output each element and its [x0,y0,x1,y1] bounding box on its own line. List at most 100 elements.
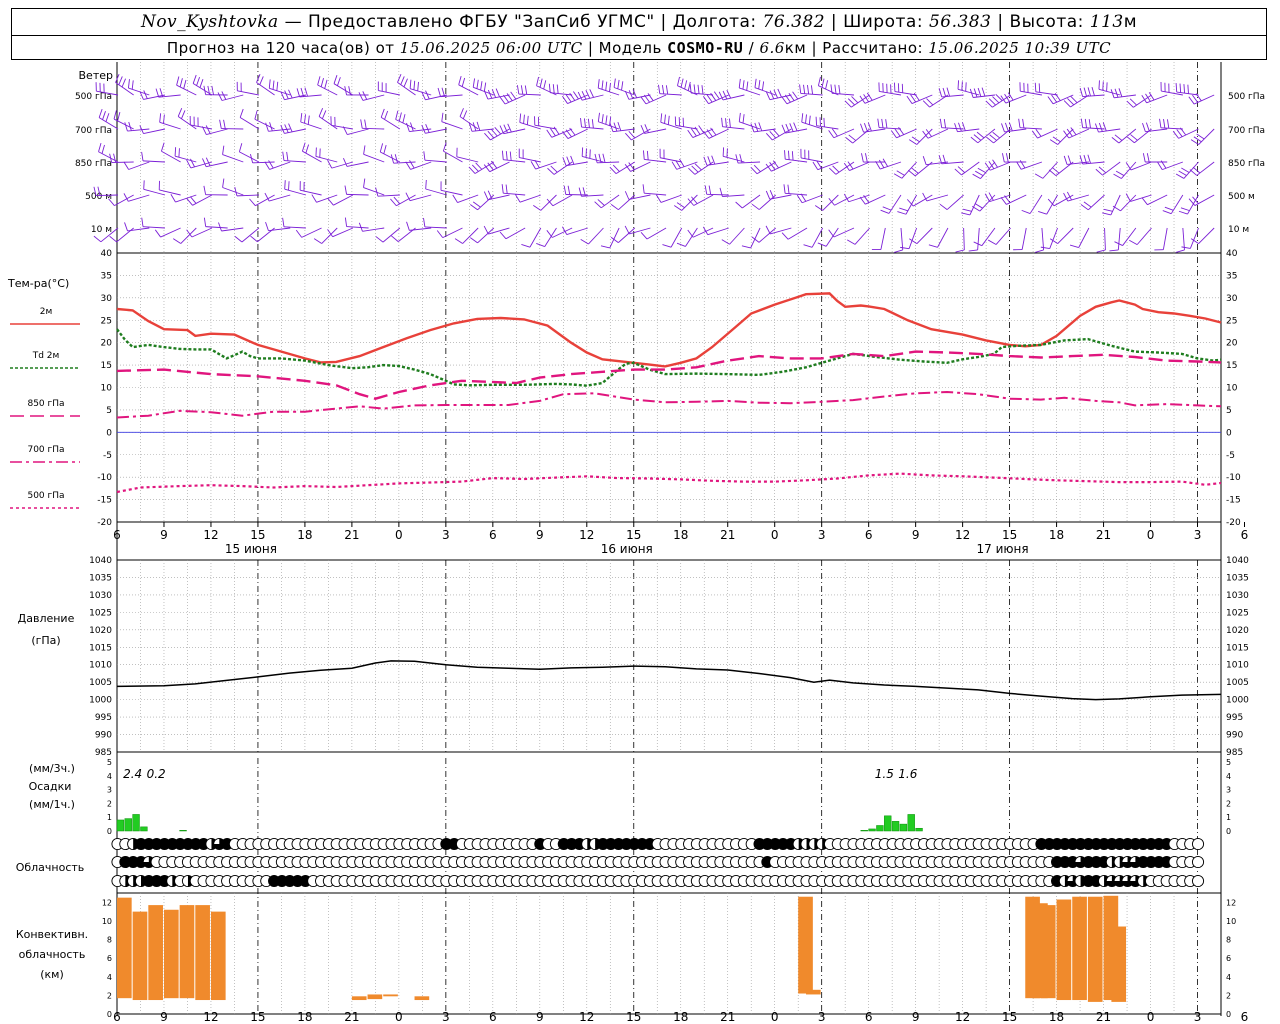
wind-barb-flag [624,191,630,200]
wind-barb-flag [922,100,930,108]
wind-barb-flag [363,178,366,188]
wind-barb-flag [664,114,666,124]
wind-barb-flag [423,151,426,161]
conv-time-tick-label: 12 [579,1010,594,1024]
wind-barb-staff [600,194,620,209]
wind-barb-flag [640,124,645,134]
wind-barb-flag [1047,96,1054,105]
wind-barb-flag [121,78,126,88]
wind-barb-flag [988,239,997,245]
wind-barb-flag [123,161,130,170]
wind-barb-flag [777,88,782,98]
wind-barb-flag [141,151,144,161]
wind-barb-flag [719,187,723,197]
wind-title: Ветер [79,69,113,82]
wind-barb-staff [346,193,369,196]
wind-barb-flag [758,80,761,90]
wind-barb-flag [761,81,765,91]
wind-barb-flag [503,94,510,103]
temp-ytick-left: 0 [106,428,112,438]
wind-barb-flag [520,85,524,95]
conv-ytick-left: 8 [107,936,112,945]
wind-barb-flag [268,160,274,169]
wind-barb-flag [781,232,789,240]
wind-barb-flag [546,198,554,207]
wind-barb-flag [1083,201,1092,208]
wind-barb-flag [662,244,672,248]
wind-barb-staff [459,116,479,130]
wind-barb-flag [694,126,701,135]
temp-ytick-right: -5 [1226,451,1235,461]
wind-barb-flag [375,236,384,243]
wind-barb-flag [484,132,491,141]
pressure-ytick-left: 990 [95,731,112,741]
conv-cloud-bar [1072,896,1087,1001]
wind-barb-staff [706,193,729,196]
wind-barb-flag [1069,244,1079,248]
wind-barb-flag [288,89,293,99]
time-tick-label: 18 [297,528,312,542]
wind-barb-staff [758,227,776,243]
wind-barb-staff [581,126,604,130]
wind-barb-flag [98,109,103,118]
wind-barb-flag [510,91,517,100]
wind-barb-flag [708,185,712,195]
time-tick-label: 12 [579,528,594,542]
wind-barb-flag [725,118,727,128]
wind-barb-flag [238,143,243,153]
wind-barb-flag [336,77,341,86]
wind-barb-flag [1180,127,1187,136]
wind-barb-staff [363,187,385,196]
wind-barb-flag [985,100,993,108]
precip-bar [915,827,923,832]
wind-barb-staff [588,227,604,245]
wind-barb-flag [417,81,419,91]
precip-bar [907,814,915,832]
precip-bar [124,818,132,832]
wind-barb-staff [801,121,823,130]
wind-barb-flag [259,76,264,85]
wind-barb-flag [805,114,807,124]
wind-barb-flag [701,85,704,95]
wind-barb-flag [1113,173,1122,179]
wind-barb-staff [362,127,385,130]
wind-barb-staff [1193,94,1215,105]
wind-barb-flag [217,92,223,101]
temp-legend-label: 500 гПа [27,491,64,501]
precip-bar [876,825,884,832]
wind-barb-flag [992,96,1000,104]
wind-barb-staff [785,158,808,163]
wind-barb-staff [1147,194,1168,206]
wind-barb-flag [318,108,324,117]
wind-barb-flag [475,162,483,170]
wind-barb-staff [176,84,197,96]
wind-barb-flag [1175,249,1185,253]
wind-barb-flag [741,245,751,249]
wind-barb-flag [899,207,909,212]
wind-barb-flag [183,79,187,89]
wind-barb-flag [810,85,814,95]
wind-barb-flag [505,151,508,161]
wind-barb-flag [735,154,739,164]
wind-barb-flag [490,160,498,169]
wind-barb-flag [1098,80,1100,90]
wind-barb-staff [268,227,291,232]
wind-barb-flag [972,173,981,179]
wind-barb-staff [618,227,636,243]
wind-barb-flag [569,92,576,101]
wind-barb-flag [324,79,328,89]
wind-barb-flag [758,122,763,132]
wind-barb-flag [769,189,775,199]
wind-barb-staff [832,92,855,96]
wind-barb-staff [1136,227,1152,245]
wind-barb-staff [1057,227,1074,244]
wind-barb-flag [992,131,1000,139]
wind-barb-staff [346,226,369,229]
wind-barb-flag [1034,249,1044,253]
wind-barb-staff [237,90,260,96]
wind-barb-flag [893,249,903,253]
wind-barb-staff [317,84,338,96]
wind-barb-flag [642,184,645,194]
wind-barb-flag [192,74,197,84]
wind-barb-flag [556,84,559,94]
